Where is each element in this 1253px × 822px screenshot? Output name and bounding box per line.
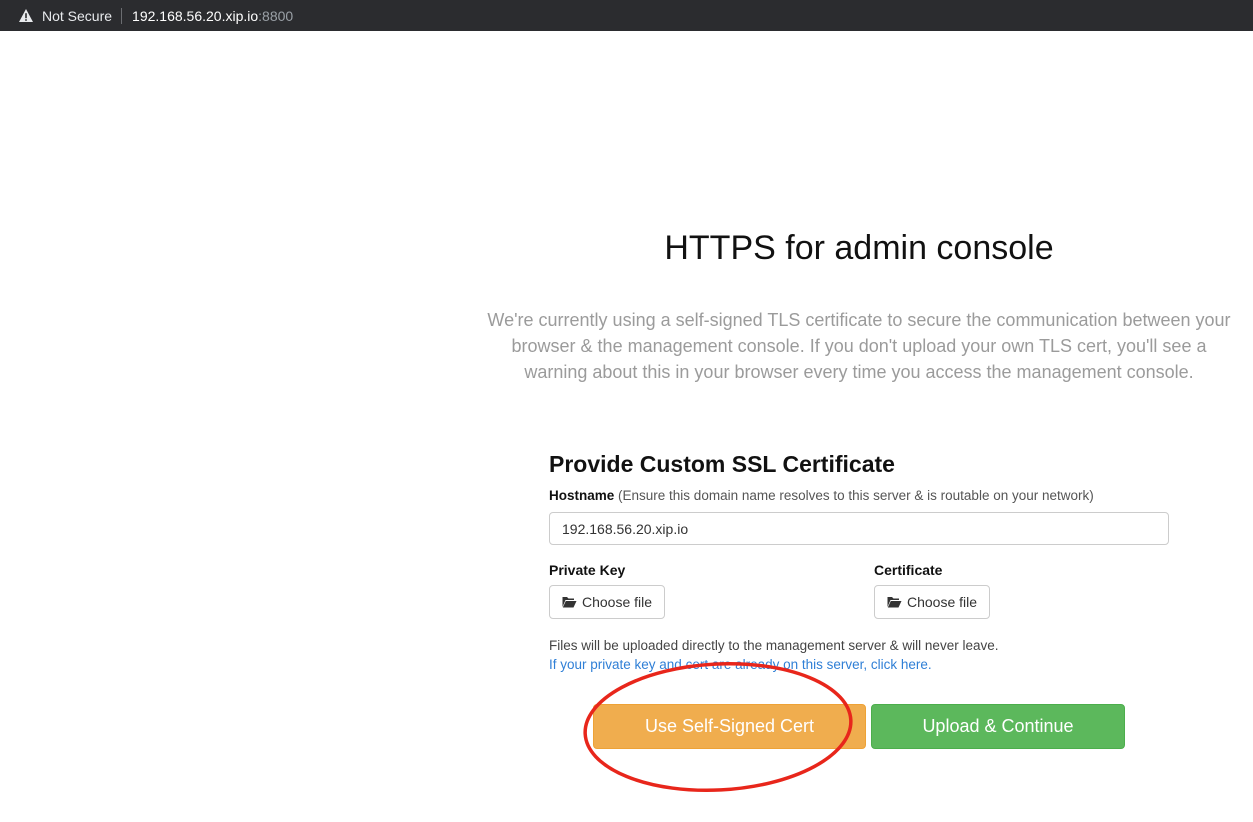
section-title: Provide Custom SSL Certificate <box>549 451 895 477</box>
warning-icon <box>18 8 34 23</box>
hostname-input[interactable] <box>549 512 1169 545</box>
upload-continue-button[interactable]: Upload & Continue <box>871 704 1125 749</box>
private-key-choose-file-button[interactable]: Choose file <box>549 585 666 619</box>
address-bar[interactable]: Not Secure 192.168.56.20.xip.io:8800 <box>0 0 1253 31</box>
security-status[interactable]: Not Secure <box>42 8 112 24</box>
use-self-signed-cert-button[interactable]: Use Self-Signed Cert <box>593 704 866 749</box>
folder-open-icon <box>562 596 577 608</box>
upload-note: Files will be uploaded directly to the m… <box>549 638 999 653</box>
url-host[interactable]: 192.168.56.20.xip.io <box>132 8 258 24</box>
private-key-label: Private Key <box>549 562 626 578</box>
certificate-choose-file-button[interactable]: Choose file <box>874 585 991 619</box>
folder-open-icon <box>887 596 902 608</box>
url-port[interactable]: :8800 <box>258 8 293 24</box>
choose-file-label: Choose file <box>907 594 978 610</box>
existing-cert-link[interactable]: If your private key and cert are already… <box>549 655 932 675</box>
choose-file-label: Choose file <box>582 594 653 610</box>
certificate-label: Certificate <box>874 562 943 578</box>
intro-text: We're currently using a self-signed TLS … <box>487 310 1231 382</box>
hostname-hint: (Ensure this domain name resolves to thi… <box>618 488 1094 503</box>
address-divider <box>121 7 123 24</box>
hostname-label-text: Hostname <box>549 488 615 503</box>
hostname-label: Hostname (Ensure this domain name resolv… <box>549 487 1094 505</box>
page-title: HTTPS for admin console <box>664 229 1054 267</box>
